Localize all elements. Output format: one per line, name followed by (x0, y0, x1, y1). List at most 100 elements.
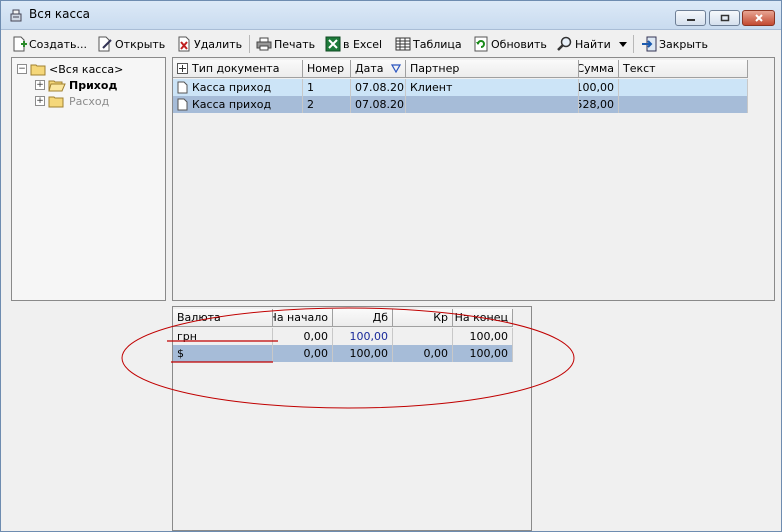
cell-credit (393, 328, 453, 345)
tree-item-income-label: Приход (69, 78, 118, 92)
balance-header: Валюта На начало Дб Кр На конец (173, 309, 513, 327)
column-header-opening-label: На начало (273, 311, 328, 324)
minimize-icon (686, 19, 695, 21)
cell-type-value: Касса приход (192, 98, 272, 111)
tree-item-expense[interactable]: + Расход (35, 93, 109, 109)
cell-credit: 0,00 (393, 345, 453, 362)
cell-type-value: Касса приход (192, 81, 272, 94)
toolbar-separator (633, 35, 634, 53)
close-window-button[interactable] (742, 10, 775, 26)
cell-sum: 100,00 (579, 79, 619, 96)
cell-type: Касса приход (173, 79, 303, 96)
column-header-number[interactable]: Номер (303, 60, 351, 78)
column-header-currency-label: Валюта (177, 311, 221, 324)
expand-icon[interactable]: + (35, 96, 45, 106)
tree-item-income[interactable]: + Приход (35, 77, 117, 93)
column-header-credit[interactable]: Кр (393, 309, 453, 327)
toolbar: Создать... Открыть Удалить Печать в Exce… (1, 30, 781, 56)
cell-text (619, 79, 748, 96)
refresh-button[interactable]: Обновить (473, 34, 547, 54)
category-tree[interactable]: − <Вся касса> + Приход + Расход (11, 57, 166, 301)
refresh-icon (474, 36, 488, 52)
column-header-closing[interactable]: На конец (453, 309, 513, 327)
minimize-button[interactable] (675, 10, 706, 26)
printer-icon (256, 37, 272, 51)
delete-button[interactable]: Удалить (176, 34, 242, 54)
tree-item-expense-label: Расход (69, 94, 110, 108)
title-bar: Вся касса (1, 1, 781, 30)
column-header-text[interactable]: Текст (619, 60, 748, 78)
cell-sum: 528,00 (579, 96, 619, 113)
column-header-number-label: Номер (307, 62, 345, 75)
column-header-date[interactable]: Дата (351, 60, 406, 78)
column-header-sum-label: Сумма (579, 62, 614, 75)
cell-partner: Клиент (406, 79, 579, 96)
cell-debit: 100,00 (333, 345, 393, 362)
tree-root[interactable]: − <Вся касса> (17, 61, 123, 77)
document-icon (177, 98, 188, 111)
folder-icon (48, 96, 64, 108)
print-label: Печать (274, 37, 316, 51)
cell-number: 2 (303, 96, 351, 113)
documents-header: Тип документа Номер Дата Партнер Сумма Т… (173, 60, 748, 78)
column-header-opening[interactable]: На начало (273, 309, 333, 327)
maximize-icon (720, 14, 729, 22)
cell-date: 07.08.20 (351, 79, 406, 96)
close-button[interactable]: Закрыть (641, 34, 708, 54)
cell-partner (406, 96, 579, 113)
main-window: Вся касса Создать... Открыть Удалить Печ… (0, 0, 782, 532)
exit-icon (642, 36, 657, 52)
cell-number: 1 (303, 79, 351, 96)
cell-closing: 100,00 (453, 345, 513, 362)
cell-opening: 0,00 (273, 328, 333, 345)
column-header-currency[interactable]: Валюта (173, 309, 273, 327)
cell-currency: $ (173, 345, 273, 362)
add-column-icon[interactable] (177, 63, 188, 74)
sort-desc-icon (391, 64, 401, 73)
table-row[interactable]: Касса приход 1 07.08.20 Клиент 100,00 (173, 79, 748, 96)
close-icon (754, 14, 763, 22)
folder-icon (30, 64, 46, 76)
column-header-debit[interactable]: Дб (333, 309, 393, 327)
column-header-type-label: Тип документа (192, 62, 280, 75)
cell-type: Касса приход (173, 96, 303, 113)
excel-icon (325, 36, 341, 52)
column-header-text-label: Текст (623, 62, 656, 75)
tree-root-label: <Вся касса> (49, 62, 124, 76)
table-label: Таблица (413, 37, 462, 51)
collapse-icon[interactable]: − (17, 64, 27, 74)
create-button[interactable]: Создать... (11, 34, 87, 54)
expand-icon[interactable]: + (35, 80, 45, 90)
column-header-type[interactable]: Тип документа (173, 60, 303, 78)
column-header-partner[interactable]: Партнер (406, 60, 579, 78)
cell-debit: 100,00 (333, 328, 393, 345)
documents-grid[interactable]: Тип документа Номер Дата Партнер Сумма Т… (172, 57, 775, 301)
document-icon (177, 81, 188, 94)
column-header-sum[interactable]: Сумма (579, 60, 619, 78)
find-button[interactable]: Найти (557, 34, 611, 54)
cell-closing: 100,00 (453, 328, 513, 345)
open-button[interactable]: Открыть (97, 34, 165, 54)
cell-opening: 0,00 (273, 345, 333, 362)
table-icon (395, 37, 411, 51)
column-header-debit-label: Дб (372, 311, 388, 324)
cell-currency: грн (173, 328, 273, 345)
print-button[interactable]: Печать (256, 34, 315, 54)
toolbar-separator (249, 35, 250, 53)
folder-open-icon (48, 80, 66, 92)
maximize-button[interactable] (709, 10, 740, 26)
table-row[interactable]: $ 0,00 100,00 0,00 100,00 (173, 345, 513, 362)
balance-grid[interactable]: Валюта На начало Дб Кр На конец грн 0,00… (172, 306, 532, 531)
table-row[interactable]: грн 0,00 100,00 100,00 (173, 328, 513, 345)
table-button[interactable]: Таблица (395, 34, 462, 54)
find-label: Найти (575, 37, 611, 51)
dropdown-arrow-icon (619, 42, 627, 47)
table-row[interactable]: Касса приход 2 07.08.20 528,00 (173, 96, 748, 113)
window-title: Вся касса (29, 7, 91, 21)
open-label: Открыть (115, 37, 166, 51)
delete-document-icon (178, 36, 190, 52)
column-header-partner-label: Партнер (410, 62, 460, 75)
excel-button[interactable]: в Excel (325, 34, 382, 54)
delete-label: Удалить (194, 37, 243, 51)
find-dropdown-button[interactable] (618, 34, 630, 54)
